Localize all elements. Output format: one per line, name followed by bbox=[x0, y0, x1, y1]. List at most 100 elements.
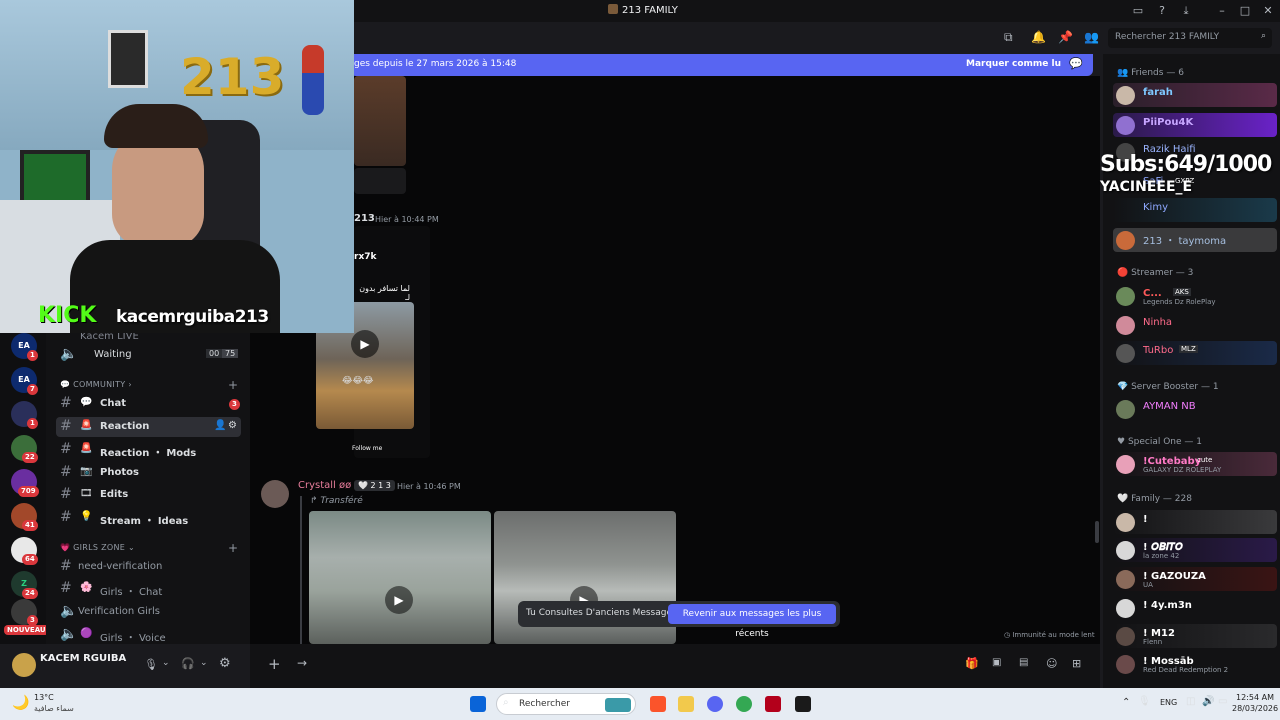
add-channel-icon[interactable]: + bbox=[228, 378, 238, 392]
avatar[interactable] bbox=[12, 653, 36, 677]
maximize-icon[interactable]: □ bbox=[1237, 4, 1253, 17]
clock-time[interactable]: 12:54 AM bbox=[1236, 693, 1274, 702]
chevron-down-icon[interactable]: ⌄ bbox=[162, 658, 170, 668]
member-item[interactable]: AYMAN NB bbox=[1113, 397, 1277, 421]
message-composer[interactable]: + → 🎁 ▣ ▤ ☺ ⊞ bbox=[250, 644, 1100, 688]
member-item[interactable]: Kimy bbox=[1113, 198, 1277, 222]
hash-icon: # bbox=[60, 509, 72, 525]
channel-need-verification[interactable]: # need-verification bbox=[56, 557, 241, 577]
close-icon[interactable]: ✕ bbox=[1260, 4, 1276, 17]
apps-icon[interactable]: ⊞ bbox=[1072, 657, 1081, 670]
member-item[interactable]: TuRbo MLZ bbox=[1113, 341, 1277, 365]
play-icon[interactable]: ▶ bbox=[385, 586, 413, 614]
channel-stream-ideas[interactable]: # 💡 Stream ・ Ideas bbox=[56, 508, 241, 528]
mic-icon[interactable]: 🎙 bbox=[1138, 696, 1151, 707]
member-item[interactable]: ! bbox=[1113, 510, 1277, 534]
mark-read-icon: 💬 bbox=[1069, 57, 1083, 70]
image-attachment[interactable] bbox=[354, 168, 406, 194]
minimize-icon[interactable]: – bbox=[1214, 4, 1230, 17]
member-item[interactable]: ! 𝑶𝑩𝑰𝑻𝑶 la zone 42 bbox=[1113, 538, 1277, 562]
guild-tag: 🤍 2 1 3 bbox=[354, 480, 395, 491]
server-rail: EA 1 EA 7 1 22 709 41 64 Z 24 3 NOUVEAU bbox=[0, 333, 49, 688]
member-item[interactable]: farah bbox=[1113, 83, 1277, 107]
channel-reaction[interactable]: # 🚨 Reaction 👤 ⚙ bbox=[56, 417, 241, 437]
play-icon[interactable]: ▶ bbox=[351, 330, 379, 358]
invite-icon[interactable]: 👤 bbox=[214, 420, 226, 431]
settings-icon[interactable]: ⚙ bbox=[228, 420, 237, 431]
chrome-icon[interactable] bbox=[736, 696, 752, 712]
channel-edits[interactable]: # 🎞 Edits bbox=[56, 485, 241, 505]
user-panel: KACEM RGUIBA 🎙 ⌄ 🎧 ⌄ ⚙ bbox=[0, 644, 250, 688]
taskbar-search[interactable]: ⌕ Rechercher bbox=[496, 693, 636, 715]
battery-icon[interactable]: ▭ bbox=[1218, 696, 1227, 707]
folder-icon[interactable] bbox=[678, 696, 694, 712]
clock-date[interactable]: 28/03/2026 bbox=[1232, 704, 1278, 713]
weather-icon[interactable]: 🌙 bbox=[12, 695, 29, 711]
plus-icon[interactable]: + bbox=[268, 655, 281, 673]
role-header-booster: 💎 Server Booster — 1 bbox=[1117, 382, 1219, 392]
channel-chat[interactable]: # 💬 Chat 3 bbox=[56, 394, 241, 414]
member-item[interactable]: PiiPou4K bbox=[1113, 113, 1277, 137]
jump-to-present-button[interactable]: Revenir aux messages les plus récents bbox=[668, 604, 836, 639]
channel-reaction-mods[interactable]: # 🚨 Reaction ・ Mods bbox=[56, 440, 241, 460]
start-icon[interactable] bbox=[470, 696, 486, 712]
category-community[interactable]: 💬 COMMUNITY › bbox=[60, 380, 132, 389]
member-item[interactable]: ! M12 Flenn bbox=[1113, 624, 1277, 648]
message-author[interactable]: 213 bbox=[354, 213, 375, 224]
download-icon[interactable]: ⤓ bbox=[1178, 4, 1194, 18]
search-input[interactable]: Rechercher 213 FAMILY ⌕ bbox=[1108, 28, 1272, 48]
member-item[interactable]: ! GAZOUZA UA bbox=[1113, 567, 1277, 591]
image-attachment[interactable] bbox=[354, 76, 406, 166]
discord-icon[interactable] bbox=[707, 696, 723, 712]
headphones-icon[interactable]: 🎧 bbox=[181, 657, 195, 670]
threads-icon[interactable]: ⧉ bbox=[1004, 30, 1013, 45]
network-icon[interactable]: ◫ bbox=[1186, 696, 1195, 707]
member-item[interactable]: ! 4y.m3n bbox=[1113, 596, 1277, 620]
channel-girls-chat[interactable]: # 🌸 Girls ・ Chat bbox=[56, 579, 241, 599]
message-author[interactable]: Crystall øø bbox=[298, 480, 351, 491]
chevron-down-icon[interactable]: ⌄ bbox=[200, 658, 208, 668]
forward-icon[interactable]: → bbox=[297, 656, 307, 670]
language-indicator[interactable]: ENG bbox=[1160, 698, 1177, 707]
chevron-up-icon[interactable]: ⌃ bbox=[1122, 697, 1130, 708]
channel-photos[interactable]: # 📷 Photos bbox=[56, 463, 241, 483]
category-girls-zone[interactable]: 💗 GIRLS ZONE ⌄ bbox=[60, 543, 135, 552]
bell-icon[interactable]: 🔔 bbox=[1031, 30, 1046, 44]
channel-girls-voice[interactable]: 🔈 🟣 Girls ・ Voice bbox=[56, 625, 241, 645]
members-icon[interactable]: 👥 bbox=[1084, 30, 1099, 44]
gif-icon[interactable]: ▣ bbox=[992, 657, 1001, 668]
unread-banner[interactable]: ges depuis le 27 mars 2026 à 15:48 Marqu… bbox=[350, 54, 1093, 76]
channel-verification-girls[interactable]: 🔈 Verification Girls bbox=[56, 602, 241, 622]
emoji-icon[interactable]: ☺ bbox=[1046, 657, 1057, 670]
inbox-icon[interactable]: ▭ bbox=[1130, 4, 1146, 17]
mark-read-button[interactable]: Marquer comme lu bbox=[966, 59, 1061, 69]
member-item[interactable]: C... AKS Legends Dz RolePlay bbox=[1113, 284, 1277, 308]
brave-icon[interactable] bbox=[650, 696, 666, 712]
help-icon[interactable]: ? bbox=[1154, 4, 1170, 17]
mic-icon[interactable]: 🎙 bbox=[144, 658, 158, 671]
app-icon[interactable] bbox=[795, 696, 811, 712]
member-item[interactable]: 213 ・ taymoma bbox=[1113, 228, 1277, 252]
message-list[interactable]: 213 Hier à 10:44 PM rx7k لما تسافر بدون … bbox=[250, 76, 1100, 644]
gear-icon[interactable]: ⚙ bbox=[219, 656, 231, 671]
scrollbar-thumb[interactable] bbox=[1095, 521, 1099, 543]
member-item[interactable]: !Cutebaby cute GALAXY DZ ROLEPLAY bbox=[1113, 452, 1277, 476]
member-item[interactable]: Ninha bbox=[1113, 313, 1277, 337]
video-thumbnail[interactable]: ▶ bbox=[309, 511, 491, 644]
subs-latest: YACINEEE_E bbox=[1100, 179, 1193, 195]
server-icon bbox=[608, 4, 618, 14]
mention-badge: 1 bbox=[27, 418, 38, 429]
toast-text: Tu Consultes D'anciens Messages bbox=[526, 608, 677, 618]
channel-waiting[interactable]: 🔈 Waiting 00 75 bbox=[56, 345, 241, 365]
weather-temp: 13°C bbox=[34, 693, 54, 702]
avatar[interactable] bbox=[261, 480, 289, 508]
acrobat-icon[interactable] bbox=[765, 696, 781, 712]
add-channel-icon[interactable]: + bbox=[228, 541, 238, 555]
member-item[interactable]: ! Mossāb Red Dead Redemption 2 bbox=[1113, 652, 1277, 676]
sticker-icon[interactable]: ▤ bbox=[1019, 657, 1028, 668]
gift-icon[interactable]: 🎁 bbox=[965, 657, 979, 670]
username[interactable]: KACEM RGUIBA bbox=[40, 653, 126, 664]
search-highlight-icon bbox=[605, 698, 631, 712]
volume-icon[interactable]: 🔊 bbox=[1202, 696, 1214, 707]
pin-icon[interactable]: 📌 bbox=[1058, 30, 1073, 44]
